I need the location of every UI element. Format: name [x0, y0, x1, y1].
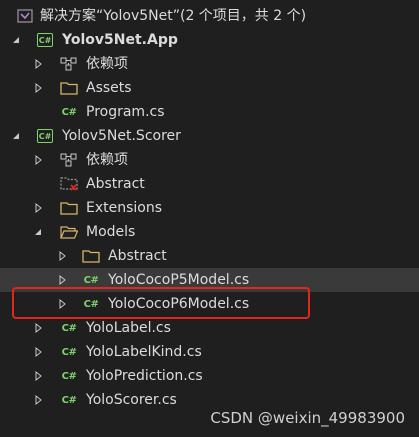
tree-row-project-scorer[interactable]: C# Yolov5Net.Scorer — [0, 124, 419, 148]
solution-row[interactable]: 解决方案“Yolov5Net”(2 个项目，共 2 个) — [0, 4, 419, 28]
csharp-project-icon: C# — [36, 32, 54, 48]
folder-icon — [82, 248, 100, 264]
expand-arrow-icon[interactable] — [32, 82, 44, 94]
expand-arrow-icon[interactable] — [32, 154, 44, 166]
tree-item-label: YoloScorer.cs — [86, 392, 177, 408]
expand-arrow-icon[interactable] — [56, 274, 68, 286]
tree-item-label: Abstract — [86, 176, 145, 192]
expand-arrow-icon[interactable] — [32, 58, 44, 70]
csharp-badge: C# — [37, 33, 53, 47]
tree-item-label: Extensions — [86, 200, 163, 216]
tree-row-models[interactable]: Models — [0, 220, 419, 244]
tree-row-yololabel[interactable]: C# YoloLabel.cs — [0, 316, 419, 340]
csharp-file-icon: C# — [82, 272, 100, 288]
expand-arrow-icon[interactable] — [32, 370, 44, 382]
folder-icon — [60, 80, 78, 96]
expand-arrow-icon[interactable] — [32, 346, 44, 358]
tree-row-assets[interactable]: Assets — [0, 76, 419, 100]
red-highlight-annotation — [12, 287, 310, 319]
watermark: CSDN @weixin_49983900 — [210, 409, 405, 427]
excluded-folder-icon — [60, 176, 78, 192]
csharp-file-icon: C# — [60, 368, 78, 384]
tree-item-label: Program.cs — [86, 104, 165, 120]
expand-arrow-icon[interactable] — [32, 394, 44, 406]
tree-item-label: Models — [86, 224, 136, 240]
folder-icon — [60, 200, 78, 216]
dependencies-icon — [60, 56, 78, 72]
csharp-badge: C# — [61, 370, 77, 382]
tree-row-program-cs[interactable]: C# Program.cs — [0, 100, 419, 124]
tree-item-label: Yolov5Net.Scorer — [62, 128, 181, 144]
csharp-badge: C# — [83, 274, 99, 286]
collapse-arrow-icon[interactable] — [10, 34, 22, 46]
tree-item-label: Yolov5Net.App — [62, 32, 178, 48]
tree-row-models-abstract[interactable]: Abstract — [0, 244, 419, 268]
csharp-file-icon: C# — [60, 320, 78, 336]
expand-arrow-icon[interactable] — [32, 202, 44, 214]
csharp-file-icon: C# — [60, 344, 78, 360]
csharp-badge: C# — [61, 322, 77, 334]
tree-item-label: YoloPrediction.cs — [86, 368, 203, 384]
dependencies-icon — [60, 152, 78, 168]
tree-item-label: YoloLabelKind.cs — [86, 344, 202, 360]
csharp-project-icon: C# — [36, 128, 54, 144]
csharp-badge: C# — [61, 346, 77, 358]
tree-row-extensions[interactable]: Extensions — [0, 196, 419, 220]
collapse-arrow-icon[interactable] — [32, 226, 44, 238]
solution-label: 解决方案“Yolov5Net”(2 个项目，共 2 个) — [40, 8, 307, 24]
csharp-badge: C# — [61, 394, 77, 406]
tree-item-label: Abstract — [108, 248, 167, 264]
tree-item-label: YoloLabel.cs — [86, 320, 171, 336]
tree-item-label: 依赖项 — [86, 56, 128, 72]
csharp-file-icon: C# — [60, 392, 78, 408]
visual-studio-solution-icon — [16, 8, 34, 24]
collapse-arrow-icon[interactable] — [10, 130, 22, 142]
tree-row-yololabelkind[interactable]: C# YoloLabelKind.cs — [0, 340, 419, 364]
tree-row-yoloprediction[interactable]: C# YoloPrediction.cs — [0, 364, 419, 388]
expand-arrow-icon[interactable] — [32, 322, 44, 334]
tree-row-dependencies-scorer[interactable]: 依赖项 — [0, 148, 419, 172]
csharp-badge: C# — [61, 106, 77, 118]
tree-row-project-app[interactable]: C# Yolov5Net.App — [0, 28, 419, 52]
tree-row-dependencies-app[interactable]: 依赖项 — [0, 52, 419, 76]
csharp-badge: C# — [37, 129, 53, 143]
folder-open-icon — [60, 224, 78, 240]
expand-arrow-icon[interactable] — [56, 250, 68, 262]
tree-row-abstract-excluded[interactable]: Abstract — [0, 172, 419, 196]
tree-item-label: Assets — [86, 80, 132, 96]
csharp-file-icon: C# — [60, 104, 78, 120]
tree-item-label: 依赖项 — [86, 152, 128, 168]
